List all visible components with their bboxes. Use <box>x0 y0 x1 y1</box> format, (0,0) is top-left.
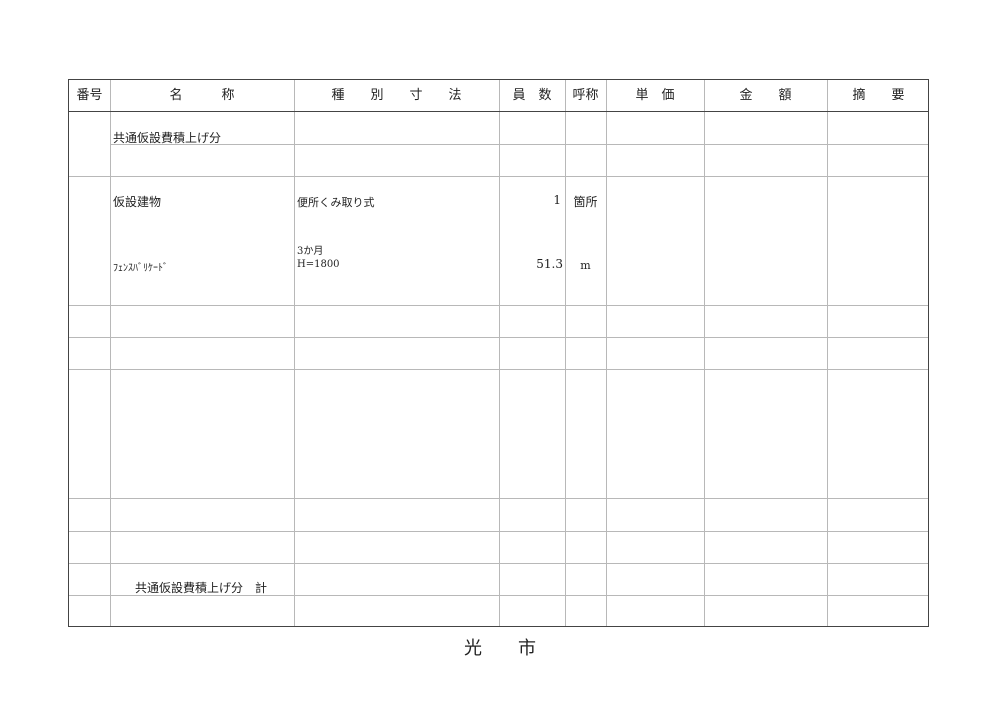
row-divider <box>69 176 928 177</box>
row-divider <box>110 144 928 145</box>
issuer-name: 光 市 <box>464 638 536 659</box>
item-unit: m <box>580 259 591 272</box>
header-spec: 種 別 寸 法 <box>331 88 462 103</box>
header-name: 名 称 <box>169 88 235 103</box>
row-divider <box>69 563 928 564</box>
section-title: 共通仮設費積上げ分 <box>113 131 222 145</box>
item-name: 仮設建物 <box>113 195 162 209</box>
item-name: ﾌｪﾝｽﾊﾞﾘｹｰﾄﾞ <box>113 263 168 274</box>
col-divider <box>827 80 828 626</box>
col-divider <box>110 80 111 626</box>
col-divider <box>606 80 607 626</box>
item-spec-line2: H=1800 <box>297 259 340 270</box>
header-remarks: 摘 要 <box>852 88 905 103</box>
header-unit-price: 単 価 <box>635 88 675 103</box>
item-quantity: 1 <box>553 193 561 207</box>
header-unit: 呼称 <box>572 88 599 103</box>
subtotal-label: 共通仮設費積上げ分 計 <box>135 581 268 595</box>
row-divider <box>69 369 928 370</box>
row-divider <box>69 337 928 338</box>
header-quantity: 員 数 <box>512 88 552 103</box>
col-divider <box>499 80 500 626</box>
col-divider <box>704 80 705 626</box>
row-divider <box>69 498 928 499</box>
item-spec: 便所くみ取り式 <box>297 196 375 209</box>
item-quantity: 51.3 <box>536 257 563 271</box>
estimate-sheet: 番号 名 称 種 別 寸 法 員 数 呼称 単 価 金 額 摘 要 共通仮設費積… <box>68 79 929 627</box>
row-divider <box>69 531 928 532</box>
header-number: 番号 <box>76 88 103 103</box>
row-divider <box>69 305 928 306</box>
col-divider <box>565 80 566 626</box>
item-spec-line1: 3か月 <box>297 246 324 257</box>
header-amount: 金 額 <box>739 88 792 103</box>
col-divider <box>294 80 295 626</box>
item-unit: 箇所 <box>573 195 598 209</box>
